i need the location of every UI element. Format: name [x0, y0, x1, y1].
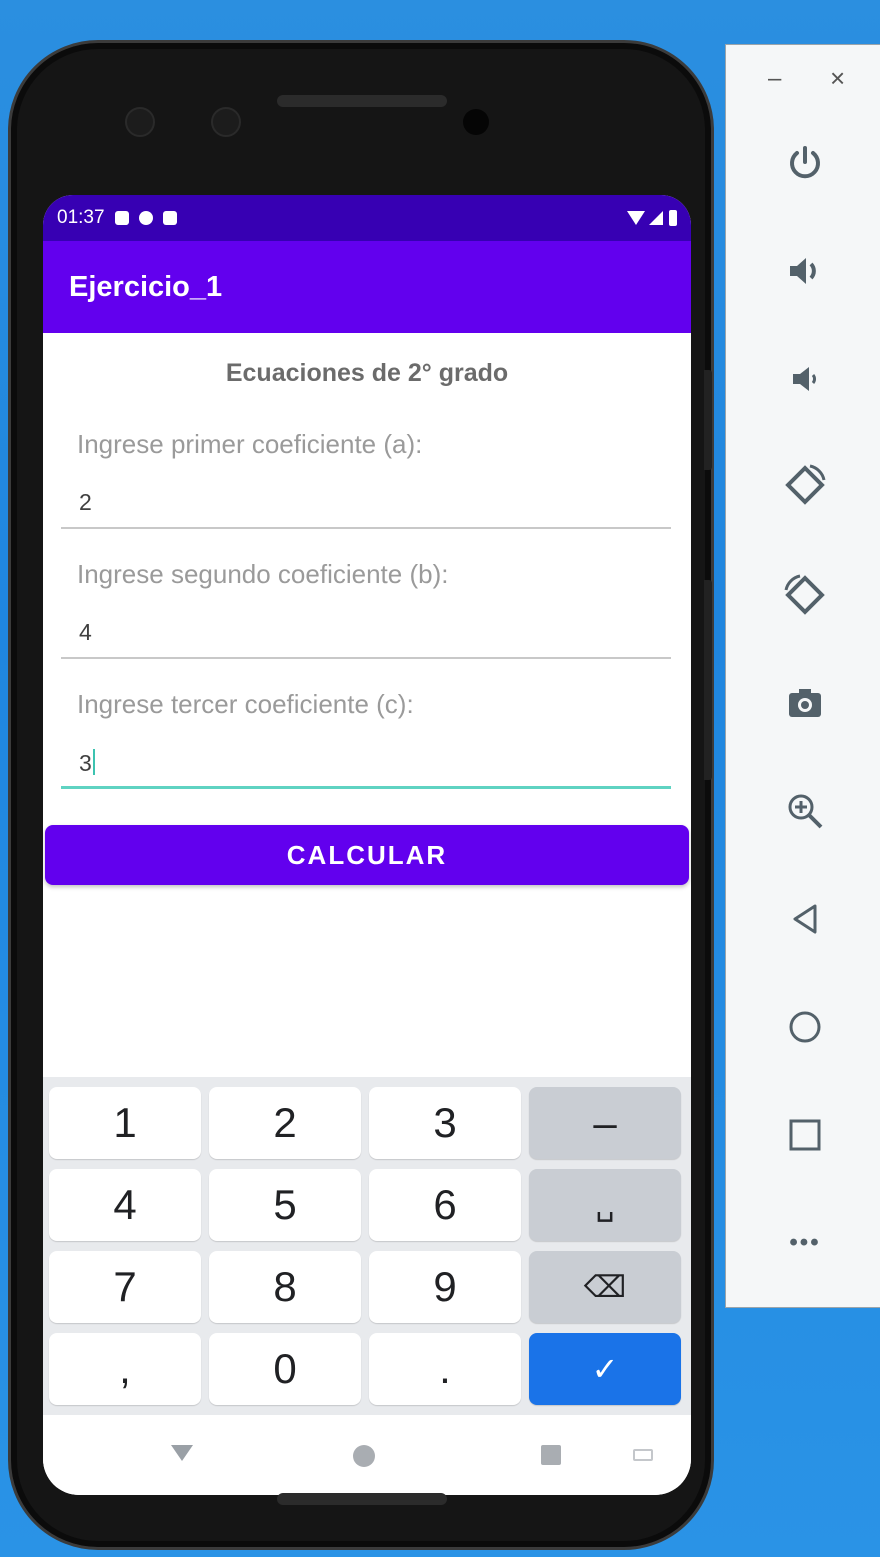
coef-c-field[interactable]: Ingrese tercer coeficiente (c): 3 [61, 659, 671, 789]
earpiece-speaker [277, 95, 447, 107]
volume-down-icon[interactable] [726, 339, 880, 419]
proximity-sensor-icon [463, 109, 489, 135]
key-2[interactable]: 2 [209, 1087, 361, 1159]
overview-icon[interactable] [726, 1095, 880, 1175]
notification-icon [114, 211, 129, 225]
key-8[interactable]: 8 [209, 1251, 361, 1323]
emulator-toolbar: – × ••• [725, 44, 880, 1308]
text-caret [92, 749, 95, 775]
form-content: Ecuaciones de 2° grado Ingrese primer co… [43, 359, 691, 789]
coef-b-input[interactable]: 4 [79, 619, 92, 646]
key-1[interactable]: 1 [49, 1087, 201, 1159]
key-comma[interactable]: , [49, 1333, 201, 1405]
device-screen: 01:37 Ejercicio_1 Ecuaciones de 2° grado… [43, 195, 691, 1495]
power-icon[interactable] [726, 123, 880, 203]
coef-b-label: Ingrese segundo coeficiente (b): [77, 559, 449, 589]
nav-back-icon[interactable] [171, 1445, 193, 1461]
key-9[interactable]: 9 [369, 1251, 521, 1323]
more-icon[interactable]: ••• [726, 1203, 880, 1283]
system-nav-bar [43, 1415, 691, 1495]
coef-c-underline [61, 786, 671, 789]
coef-a-input[interactable]: 2 [79, 489, 92, 516]
play-store-icon [138, 211, 153, 225]
coef-c-input[interactable]: 3 [79, 750, 92, 776]
status-bar: 01:37 [43, 195, 691, 241]
coef-b-field[interactable]: Ingrese segundo coeficiente (b): 4 [61, 529, 671, 659]
key-7[interactable]: 7 [49, 1251, 201, 1323]
key-0[interactable]: 0 [209, 1333, 361, 1405]
key-minus[interactable]: – [529, 1087, 681, 1159]
coef-c-label: Ingrese tercer coeficiente (c): [77, 689, 414, 719]
key-3[interactable]: 3 [369, 1087, 521, 1159]
keyboard-switch-icon[interactable] [633, 1449, 653, 1461]
coef-c-input-wrap[interactable]: 3 [79, 749, 95, 777]
rotate-left-icon[interactable] [726, 445, 880, 525]
phone-frame: 01:37 Ejercicio_1 Ecuaciones de 2° grado… [8, 40, 714, 1550]
coef-a-field[interactable]: Ingrese primer coeficiente (a): 2 [61, 399, 671, 529]
rotate-right-icon[interactable] [726, 555, 880, 635]
backspace-key-icon[interactable]: ⌫ [529, 1251, 681, 1323]
page-heading: Ecuaciones de 2° grado [225, 359, 509, 387]
calcular-button[interactable]: CALCULAR [45, 825, 689, 885]
minimize-icon[interactable]: – [768, 65, 781, 93]
key-6[interactable]: 6 [369, 1169, 521, 1241]
app-bar: Ejercicio_1 [43, 241, 691, 333]
back-icon[interactable] [726, 879, 880, 959]
zoom-icon[interactable] [726, 771, 880, 851]
wifi-icon [627, 211, 645, 225]
front-sensor-icon [211, 107, 241, 137]
volume-side-button [704, 580, 712, 780]
key-period[interactable]: . [369, 1333, 521, 1405]
sd-card-icon [162, 211, 177, 225]
close-icon[interactable]: × [830, 63, 845, 94]
signal-icon [649, 211, 663, 225]
key-4[interactable]: 4 [49, 1169, 201, 1241]
bottom-speaker [277, 1493, 447, 1505]
nav-home-icon[interactable] [353, 1445, 375, 1467]
numeric-keyboard: 1 2 3 – 4 5 6 ␣ 7 8 9 ⌫ , 0 . ✓ [43, 1077, 691, 1415]
status-time: 01:37 [57, 207, 105, 228]
front-camera-icon [125, 107, 155, 137]
camera-icon[interactable] [726, 663, 880, 743]
power-side-button [704, 370, 712, 470]
home-icon[interactable] [726, 987, 880, 1067]
app-title: Ejercicio_1 [69, 270, 223, 303]
coef-a-label: Ingrese primer coeficiente (a): [77, 429, 423, 459]
battery-icon [669, 210, 677, 226]
done-check-icon[interactable]: ✓ [529, 1333, 681, 1405]
nav-recents-icon[interactable] [541, 1445, 561, 1465]
key-5[interactable]: 5 [209, 1169, 361, 1241]
space-key-icon[interactable]: ␣ [529, 1169, 681, 1241]
volume-up-icon[interactable] [726, 231, 880, 311]
